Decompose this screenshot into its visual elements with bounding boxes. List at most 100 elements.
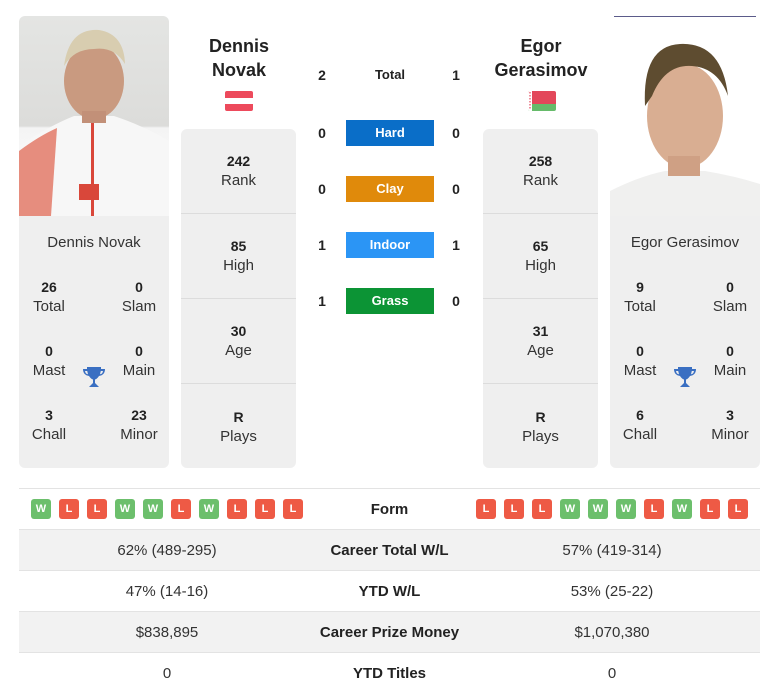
player1-titles-slam-value: 0 (135, 279, 143, 295)
form-badge-loss[interactable]: L (504, 499, 524, 519)
player2-career-wl: 57% (419-314) (562, 541, 662, 559)
player1-rank: 242 Rank (181, 129, 296, 214)
player2-plays-label: Plays (522, 427, 559, 445)
player2-titles-minor: 3 Minor (700, 405, 760, 445)
player1-titles-mast-label: Mast (32, 362, 66, 379)
player1-titles-panel: Dennis Novak 26 Total 0 Slam 0 Mast 0 Ma… (19, 216, 169, 468)
form-label: Form (370, 500, 409, 518)
player2-name-heading[interactable]: Egor Gerasimov (481, 34, 601, 82)
h2h-indoor-p1: 1 (318, 237, 326, 253)
player1-titles-minor-label: Minor (120, 426, 158, 443)
form-badge-loss[interactable]: L (644, 499, 664, 519)
player1-stats-panel: 242 Rank 85 High 30 Age R Plays (181, 129, 296, 468)
player1-titles-minor: 23 Minor (109, 405, 169, 445)
player2-titles-total-label: Total (624, 298, 656, 315)
austria-flag-icon (225, 91, 253, 111)
player1-high-value: 85 (230, 238, 247, 254)
h2h-total-p1: 2 (318, 67, 326, 83)
player1-high: 85 High (181, 214, 296, 299)
player1-titles-mast: 0 Mast (19, 341, 79, 381)
form-badge-win[interactable]: W (31, 499, 51, 519)
player1-name-heading[interactable]: Dennis Novak (179, 34, 299, 82)
player1-photo (19, 16, 169, 216)
form-badge-loss[interactable]: L (283, 499, 303, 519)
player1-portrait (19, 29, 169, 216)
player2-titles-panel: Egor Gerasimov 9 Total 0 Slam 0 Mast 0 M… (610, 216, 760, 468)
player2-titles-total-value: 9 (636, 279, 644, 295)
player1-plays-value: R (233, 408, 244, 425)
player1-plays-label: Plays (220, 427, 257, 445)
player2-titles-minor-label: Minor (711, 426, 749, 443)
player1-age-value: 30 (230, 323, 247, 339)
table-row-prize-money: $838,895 Career Prize Money $1,070,380 (19, 612, 760, 653)
form-badge-win[interactable]: W (115, 499, 135, 519)
surface-badge-hard[interactable]: Hard (346, 120, 434, 146)
player1-ytd-titles: 0 (162, 665, 172, 682)
h2h-clay-p1: 0 (318, 181, 326, 197)
player2-form: LLLWWWLWLL (464, 499, 760, 519)
player1-titles-minor-value: 23 (131, 407, 147, 423)
player1-titles-main-value: 0 (135, 343, 143, 359)
form-badge-loss[interactable]: L (255, 499, 275, 519)
player2-titles-total: 9 Total (610, 277, 670, 317)
player1-rank-label: Rank (220, 172, 257, 189)
player2-prize-money: $1,070,380 (574, 623, 650, 641)
player1-titles-slam: 0 Slam (109, 277, 169, 317)
form-badge-loss[interactable]: L (87, 499, 107, 519)
form-badge-loss[interactable]: L (728, 499, 748, 519)
player1-titles-total-value: 26 (41, 279, 57, 295)
career-wl-label: Career Total W/L (330, 541, 449, 559)
ytd-titles-label: YTD Titles (352, 665, 427, 682)
player2-titles-main-value: 0 (726, 343, 734, 359)
form-badge-loss[interactable]: L (532, 499, 552, 519)
player2-rank-value: 258 (528, 153, 553, 169)
player2-high-value: 65 (532, 238, 549, 254)
player2-titles-chall-value: 6 (636, 407, 644, 423)
h2h-hard-p1: 0 (318, 125, 326, 141)
player2-full-name[interactable]: Egor Gerasimov (610, 233, 760, 253)
player2-age-value: 31 (532, 323, 549, 339)
form-badge-loss[interactable]: L (476, 499, 496, 519)
prize-money-label: Career Prize Money (319, 623, 460, 641)
h2h-row-indoor: 1 Indoor 1 (310, 232, 470, 258)
form-badge-win[interactable]: W (199, 499, 219, 519)
form-badge-win[interactable]: W (560, 499, 580, 519)
player2-ytd-wl: 53% (25-22) (570, 582, 654, 600)
surface-badge-grass[interactable]: Grass (346, 288, 434, 314)
player1-titles-chall: 3 Chall (19, 405, 79, 445)
player1-full-name[interactable]: Dennis Novak (19, 233, 169, 253)
form-badge-loss[interactable]: L (227, 499, 247, 519)
player1-titles-mast-value: 0 (45, 343, 53, 359)
player2-plays-value: R (535, 408, 546, 425)
surface-badge-clay[interactable]: Clay (346, 176, 434, 202)
form-badge-win[interactable]: W (616, 499, 636, 519)
player2-titles-chall: 6 Chall (610, 405, 670, 445)
form-badge-win[interactable]: W (143, 499, 163, 519)
form-badge-loss[interactable]: L (59, 499, 79, 519)
player1-titles-slam-label: Slam (121, 298, 157, 315)
ytd-wl-label: YTD W/L (358, 582, 421, 600)
player2-ytd-titles: 0 (607, 665, 617, 682)
surface-badge-indoor[interactable]: Indoor (346, 232, 434, 258)
player2-plays: R Plays (483, 384, 598, 469)
form-badge-win[interactable]: W (588, 499, 608, 519)
h2h-total-p2: 1 (452, 67, 460, 83)
player2-titles-slam-label: Slam (712, 298, 748, 315)
belarus-flag-icon (528, 91, 556, 111)
comparison-table: WLLWWLWLLL Form LLLWWWLWLL 62% (489-295)… (19, 488, 760, 694)
trophy-icon (673, 365, 697, 389)
player2-titles-chall-label: Chall (622, 426, 658, 443)
h2h-total-label: Total (374, 67, 406, 82)
player1-rank-value: 242 (226, 153, 251, 169)
player1-titles-main-label: Main (122, 362, 156, 379)
player2-titles-mast-value: 0 (636, 343, 644, 359)
form-badge-loss[interactable]: L (700, 499, 720, 519)
player2-photo (610, 16, 760, 216)
player2-high: 65 High (483, 214, 598, 299)
form-badge-win[interactable]: W (672, 499, 692, 519)
player1-high-label: High (223, 257, 254, 274)
player2-stats-panel: 258 Rank 65 High 31 Age R Plays (483, 129, 598, 468)
player2-titles-minor-value: 3 (726, 407, 734, 423)
h2h-hard-p2: 0 (452, 125, 460, 141)
form-badge-loss[interactable]: L (171, 499, 191, 519)
